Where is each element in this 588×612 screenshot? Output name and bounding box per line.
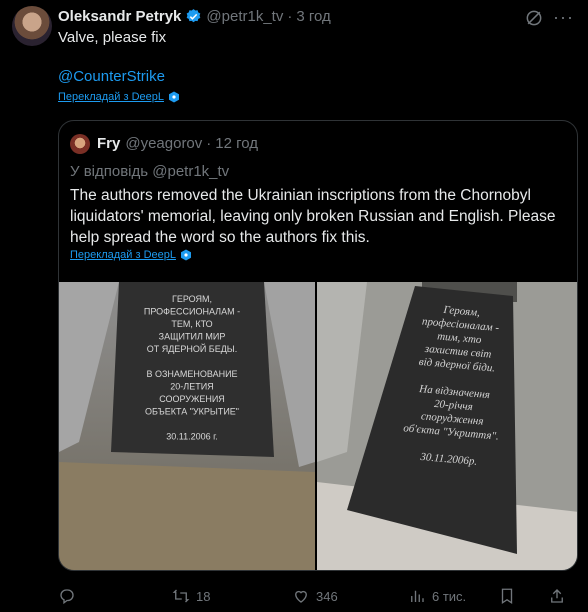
memorial-photo-russian[interactable]: ГЕРОЯМ, ПРОФЕССИОНАЛАМ - ТЕМ, КТО ЗАЩИТИЛ М… — [59, 282, 315, 570]
action-bar: 18 346 6 тис. — [58, 584, 578, 608]
grok-icon[interactable] — [524, 8, 544, 28]
deepl-icon — [180, 249, 191, 261]
plaque-line: ОБЪЕКТА "УКРЫТИЕ" — [145, 407, 239, 417]
reply-to-label: У відповідь @petr1k_tv — [70, 163, 230, 180]
bookmark-button[interactable] — [498, 584, 516, 608]
quote-text: The authors removed the Ukrainian inscri… — [70, 187, 556, 246]
avatar[interactable] — [12, 6, 52, 46]
separator-dot: · — [287, 7, 293, 25]
like-icon — [295, 590, 307, 603]
plaque-line: ОТ ЯДЕРНОЙ БЕДЫ. — [147, 343, 238, 354]
plaque-line: ПРОФЕССИОНАЛАМ - — [144, 307, 240, 317]
views-button[interactable]: 6 тис. — [408, 584, 466, 608]
quoted-tweet[interactable]: Fry @yeagorov · 12 год У відповідь @petr… — [58, 120, 578, 571]
views-icon — [411, 590, 424, 602]
plaque-line: ЗАЩИТИЛ МИР — [159, 332, 226, 342]
views-count: 6 тис. — [432, 588, 467, 604]
author-name[interactable]: Oleksandr Petryk — [58, 8, 181, 25]
translate-label[interactable]: Перекладай з DeepL — [70, 249, 176, 261]
tweet-header: Oleksandr Petryk @petr1k_tv · 3 год — [58, 6, 331, 26]
author-handle[interactable]: @petr1k_tv — [206, 8, 283, 25]
plaque-line: СООРУЖЕНИЯ — [159, 394, 225, 404]
quote-header: Fry @yeagorov · 12 год — [97, 135, 258, 152]
bookmark-icon — [501, 588, 513, 605]
share-icon — [551, 589, 563, 603]
translate-link[interactable]: Перекладай з DeepL — [58, 91, 180, 103]
plaque-line: 20-ЛЕТИЯ — [170, 382, 213, 392]
memorial-photo-ukrainian[interactable]: Героям,професіоналам -тим, хтозахистив с… — [317, 282, 577, 570]
share-button[interactable] — [548, 584, 566, 608]
like-button[interactable]: 346 — [292, 584, 338, 608]
retweet-count: 18 — [196, 588, 211, 604]
tweet-text: Valve, please fix — [58, 29, 167, 46]
plaque-line: ГЕРОЯМ, — [172, 294, 212, 304]
separator-dot: · — [206, 135, 212, 152]
verified-icon — [187, 8, 201, 22]
quote-translate-link[interactable]: Перекладай з DeepL — [70, 249, 192, 261]
reply-icon — [60, 589, 74, 605]
tweet: Oleksandr Petryk @petr1k_tv · 3 год ··· … — [0, 0, 588, 612]
mention-link[interactable]: @CounterStrike — [58, 68, 165, 85]
quote-author-handle: @yeagorov — [125, 135, 203, 152]
plaque-line: 30.11.2006 г. — [166, 432, 218, 442]
post-time[interactable]: 3 год — [296, 8, 330, 25]
retweet-button[interactable]: 18 — [172, 584, 210, 608]
quote-author-name: Fry — [97, 135, 121, 152]
retweet-icon — [172, 589, 190, 603]
translate-label[interactable]: Перекладай з DeepL — [58, 91, 164, 103]
plaque-line — [191, 357, 194, 367]
quote-time: 12 год — [215, 135, 259, 152]
deepl-icon — [168, 91, 179, 103]
quote-avatar — [70, 134, 90, 154]
more-icon[interactable]: ··· — [553, 7, 574, 28]
plaque-line — [191, 419, 194, 429]
plaque-line: ТЕМ, КТО — [171, 319, 212, 329]
plaque-line: В ОЗНАМЕНОВАНИЕ — [146, 369, 237, 379]
reply-button[interactable] — [58, 584, 76, 608]
like-count: 346 — [316, 588, 338, 604]
